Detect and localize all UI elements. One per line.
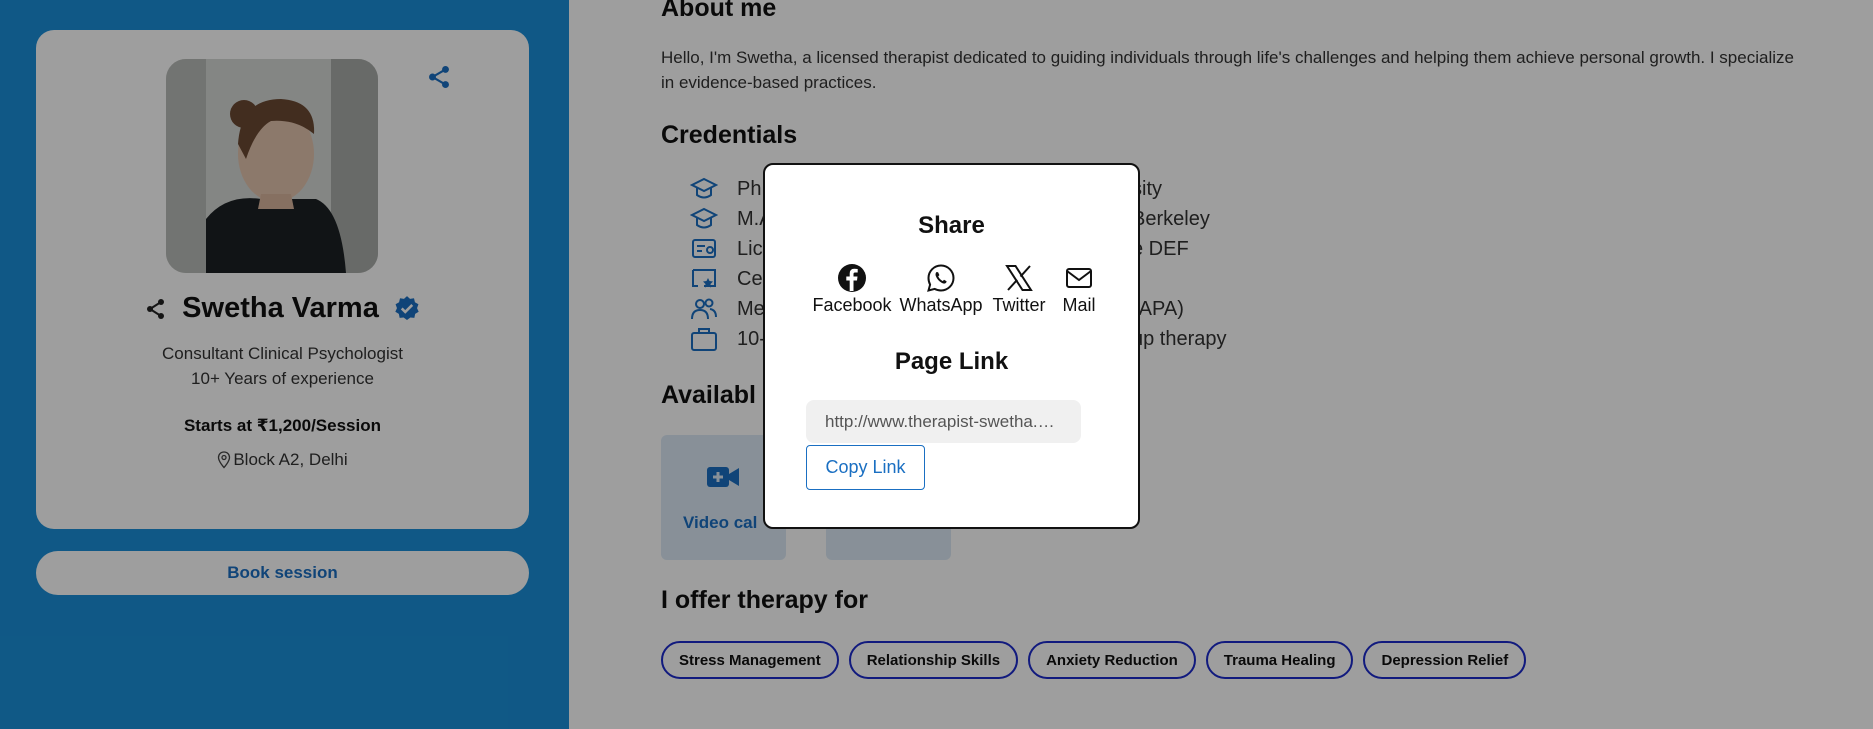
share-option-label: Twitter [992,295,1046,315]
share-mail-button[interactable]: Mail [1051,263,1107,316]
facebook-icon [838,264,866,292]
share-options: Facebook WhatsApp Twitter Mail [809,263,1107,316]
share-option-label: Mail [1062,295,1096,315]
page-link-title: Page Link [894,348,1009,375]
share-facebook-button[interactable]: Facebook [809,263,895,316]
share-modal-title: Share [918,212,985,239]
whatsapp-icon [927,264,955,292]
mail-icon [1066,268,1092,288]
share-option-label: WhatsApp [899,295,983,315]
share-option-label: Facebook [812,295,892,315]
share-twitter-button[interactable]: Twitter [987,263,1051,316]
share-modal: Share Facebook WhatsApp Twitter Mail Pag… [763,163,1140,529]
copy-link-button[interactable]: Copy Link [806,445,925,490]
twitter-x-icon [1005,265,1033,291]
share-whatsapp-button[interactable]: WhatsApp [895,263,987,316]
page-link-input[interactable] [806,400,1081,443]
